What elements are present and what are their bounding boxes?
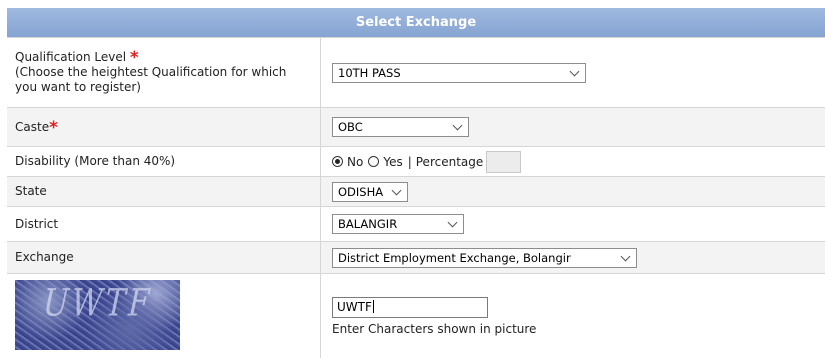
percentage-label: Percentage [415,154,484,169]
disability-yes-radio[interactable] [368,156,380,167]
disability-yes-label: Yes [383,154,403,169]
disability-no-radio[interactable] [332,156,343,167]
captcha-text: UWTF [38,281,157,326]
separator: | [407,154,412,169]
captcha-image-cell: UWTF [7,274,321,358]
disability-label-cell: Disability (More than 40%) [7,147,321,176]
exchange-value-cell: District Employment Exchange, Bolangir [321,242,825,273]
state-select[interactable]: ODISHA [332,181,408,202]
qualification-label: Qualification Level [15,50,127,64]
form-title: Select Exchange [7,8,825,37]
qualification-selected: 10TH PASS [338,65,401,80]
disability-no-label: No [347,154,364,169]
disability-label: Disability (More than 40%) [15,154,176,168]
captcha-image: UWTF [15,280,180,350]
state-label-cell: State [7,177,321,206]
select-exchange-form: Select Exchange Qualification Level * (C… [0,0,825,358]
qualification-row: Qualification Level * (Choose the height… [7,37,825,107]
exchange-selected: District Employment Exchange, Bolangir [338,250,571,265]
required-mark: * [49,117,58,138]
district-label-cell: District [7,207,321,241]
district-label: District [15,216,59,231]
captcha-input[interactable]: UWTF [332,296,488,318]
chevron-down-icon [391,185,402,195]
state-value-cell: ODISHA [321,177,825,206]
district-value-cell: BALANGIR [321,207,825,241]
district-selected: BALANGIR [338,217,398,231]
text-cursor [372,299,374,313]
caste-row: Caste* OBC [7,107,825,146]
chevron-down-icon [452,120,463,131]
caste-value-cell: OBC [321,108,825,146]
qualification-select[interactable]: 10TH PASS [332,62,586,83]
percentage-input[interactable] [486,150,522,173]
disability-value-cell: No Yes | Percentage [321,147,825,176]
exchange-select[interactable]: District Employment Exchange, Bolangir [332,247,637,268]
caste-selected: OBC [338,120,363,134]
district-select[interactable]: BALANGIR [332,214,464,234]
caste-label-cell: Caste* [7,108,321,146]
state-selected: ODISHA [338,184,384,199]
captcha-input-value: UWTF [337,299,372,314]
district-row: District BALANGIR [7,206,825,241]
qualification-label-cell: Qualification Level * (Choose the height… [7,38,321,107]
qualification-value-cell: 10TH PASS [321,38,825,107]
chevron-down-icon [620,251,631,261]
chevron-down-icon [447,217,458,228]
state-row: State ODISHA [7,176,825,206]
captcha-value-cell: UWTF Enter Characters shown in picture [321,274,825,358]
exchange-label: Exchange [15,250,74,264]
qualification-hint: (Choose the heightest Qualification for … [15,65,287,94]
disability-row: Disability (More than 40%) No Yes | Perc… [7,146,825,176]
caste-label: Caste [15,119,50,134]
chevron-down-icon [569,66,580,76]
exchange-row: Exchange District Employment Exchange, B… [7,241,825,273]
caste-select[interactable]: OBC [332,117,469,137]
exchange-label-cell: Exchange [7,242,321,273]
captcha-row: UWTF UWTF Enter Characters shown in pict… [7,273,825,358]
state-label: State [15,184,47,198]
captcha-help-text: Enter Characters shown in picture [332,321,537,336]
